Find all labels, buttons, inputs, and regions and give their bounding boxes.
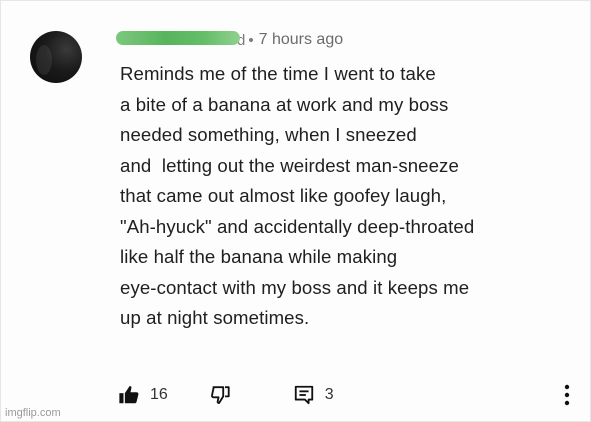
meta-separator: •: [248, 31, 254, 49]
thumbs-down-icon[interactable]: [209, 384, 231, 406]
more-vertical-icon[interactable]: [559, 383, 575, 407]
replies-button[interactable]: 3: [293, 384, 334, 406]
comment-line: needed something, when I sneezed: [120, 124, 417, 145]
reply-count: 3: [324, 386, 334, 403]
thumbs-up-icon[interactable]: [118, 384, 140, 406]
comment-text: Reminds me of the time I went to take a …: [120, 59, 580, 334]
comment-line: and letting out the weirdest man-sneeze: [120, 154, 459, 176]
comment-line: a bite of a banana at work and my boss: [120, 93, 449, 115]
comment-card: d • 7 hours ago Reminds me of the time I…: [0, 0, 591, 422]
dislike-button[interactable]: [209, 384, 231, 406]
comment-line: up at night sometimes.: [120, 307, 310, 328]
redacted-username[interactable]: [116, 31, 240, 45]
like-count: 16: [150, 386, 168, 403]
reply-icon[interactable]: [293, 384, 315, 406]
comment-line: eye-contact with my boss and it keeps me: [120, 276, 470, 298]
comment-line: that came out almost like goofey laugh,: [120, 185, 447, 206]
comment-header: d • 7 hours ago: [116, 29, 343, 51]
timestamp[interactable]: 7 hours ago: [259, 31, 344, 49]
comment-actions: 16 3: [118, 382, 334, 408]
watermark: imgflip.com: [5, 407, 61, 419]
comment-line: "Ah-hyuck" and accidentally deep-throate…: [120, 215, 475, 237]
avatar[interactable]: [30, 31, 82, 83]
comment-line: Reminds me of the time I went to take: [120, 63, 436, 84]
comment-line: like half the banana while making: [120, 246, 398, 267]
like-button[interactable]: 16: [118, 384, 168, 406]
